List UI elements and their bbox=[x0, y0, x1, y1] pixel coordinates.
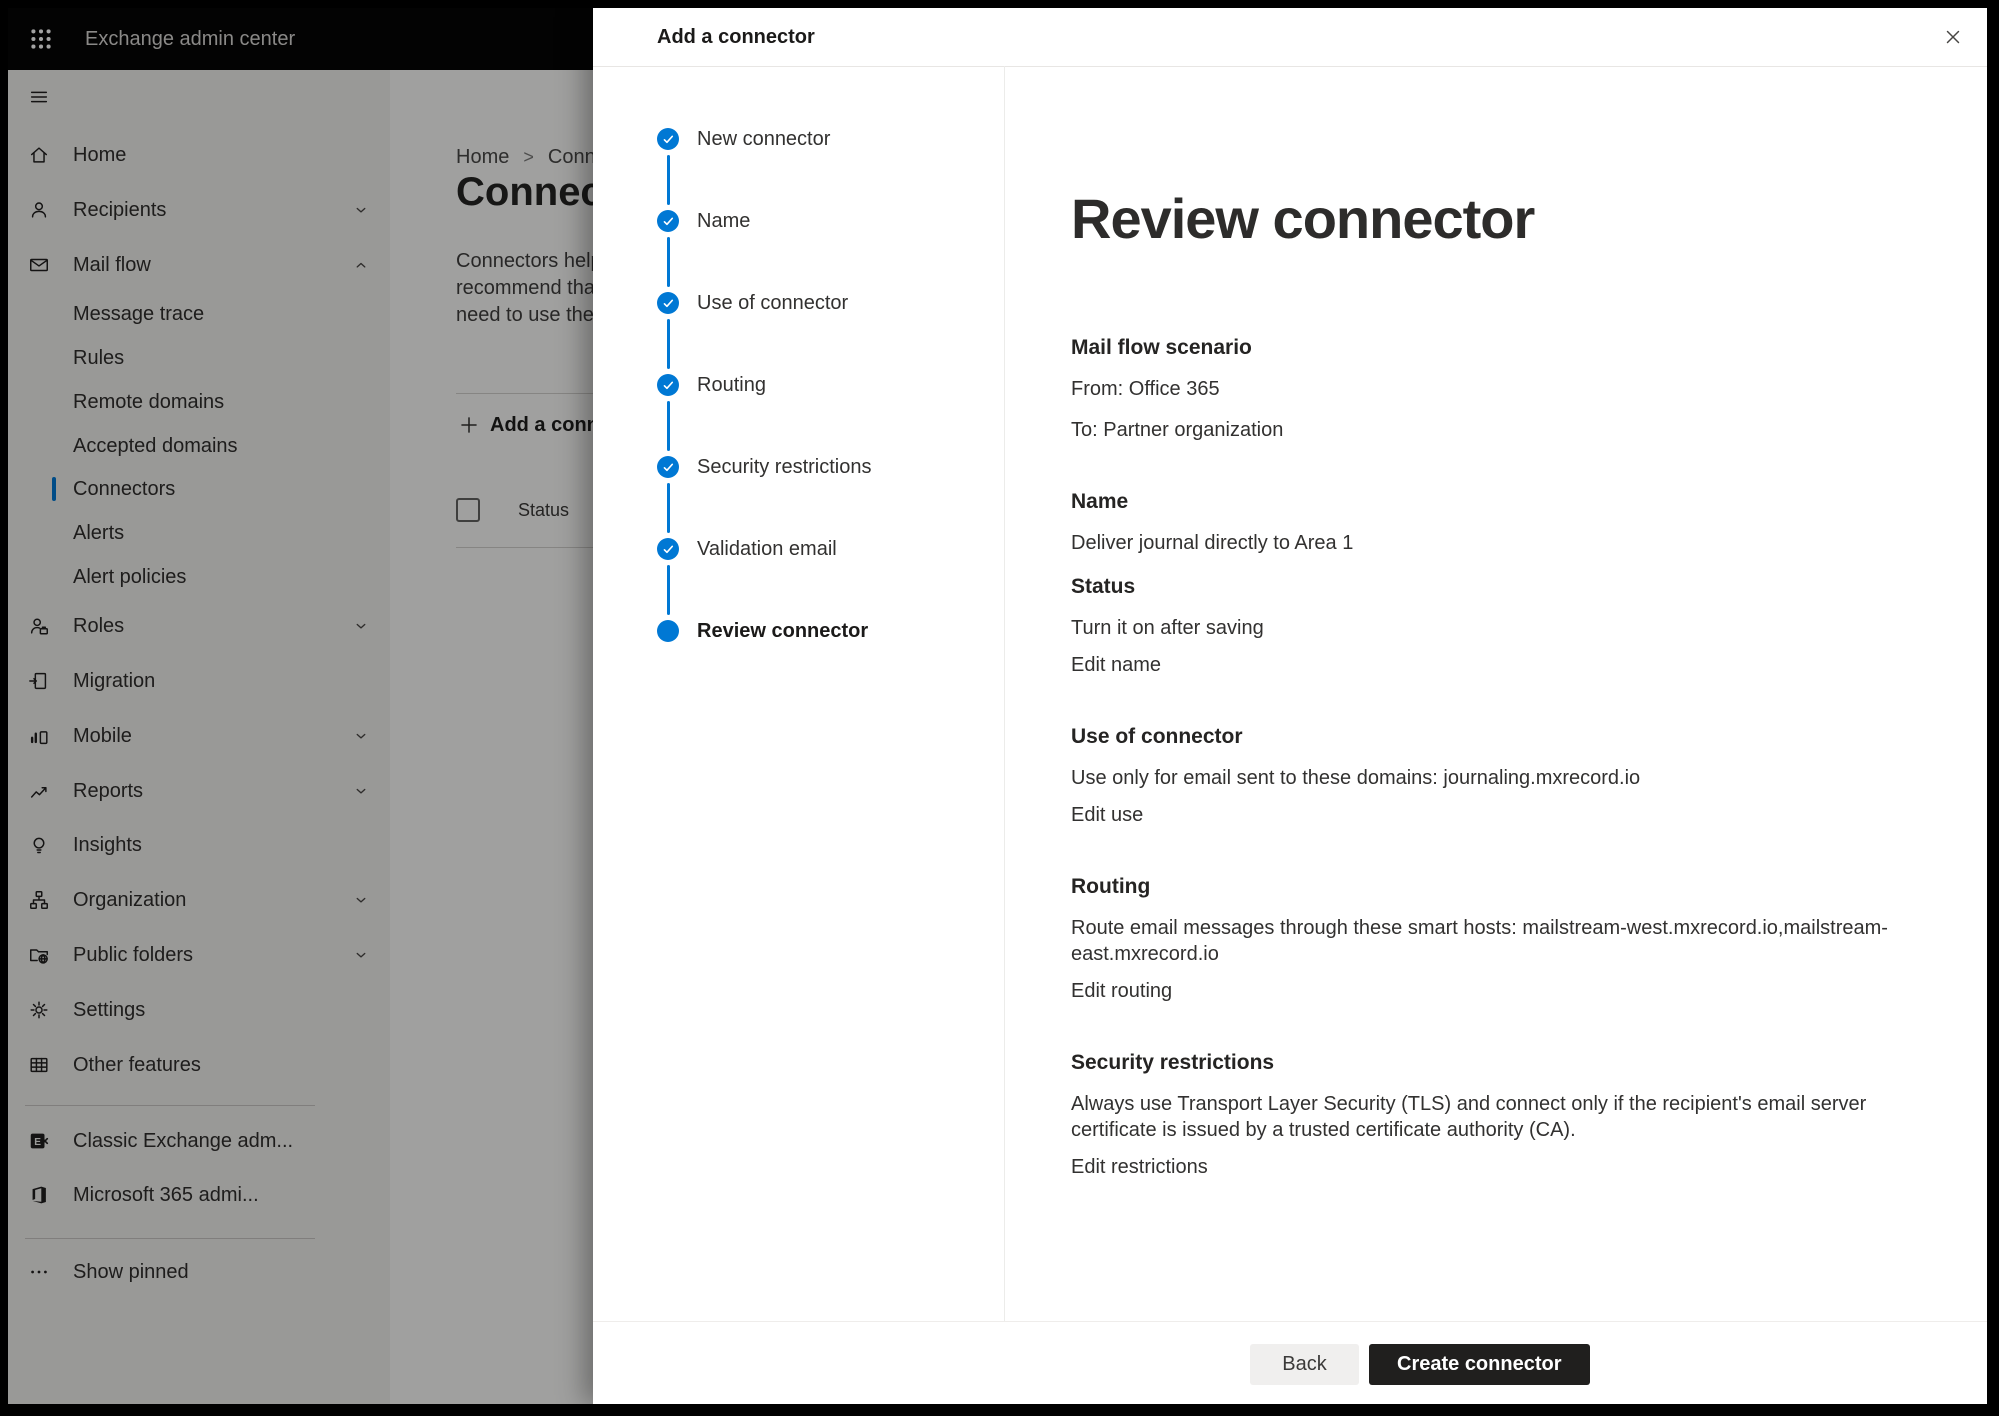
wizard-step-label: Routing bbox=[697, 363, 766, 407]
edit-name-link[interactable]: Edit name bbox=[1071, 652, 1161, 678]
wizard-step-security-restrictions[interactable]: Security restrictions bbox=[593, 445, 1004, 489]
completed-check-icon bbox=[657, 538, 679, 560]
screen: Exchange admin center HomeRecipientsMail… bbox=[8, 8, 1987, 1404]
wizard-step-label: Use of connector bbox=[697, 281, 848, 325]
completed-check-icon bbox=[657, 292, 679, 314]
section-heading-use-of-connector: Use of connector bbox=[1071, 724, 1897, 750]
section-text: Turn it on after saving bbox=[1071, 615, 1897, 641]
panel-title: Add a connector bbox=[657, 8, 815, 66]
wizard-step-label: Name bbox=[697, 199, 750, 243]
wizard-rail-segment bbox=[667, 319, 670, 369]
section-heading-routing: Routing bbox=[1071, 874, 1897, 900]
close-icon[interactable] bbox=[1935, 19, 1971, 55]
wizard-step-new-connector[interactable]: New connector bbox=[593, 117, 1004, 161]
edit-restrictions-link[interactable]: Edit restrictions bbox=[1071, 1154, 1208, 1180]
section-heading-mail-flow-scenario: Mail flow scenario bbox=[1071, 335, 1897, 361]
wizard-rail-segment bbox=[667, 565, 670, 615]
wizard-step-label: New connector bbox=[697, 117, 830, 161]
edit-routing-link[interactable]: Edit routing bbox=[1071, 978, 1172, 1004]
section-text: Route email messages through these smart… bbox=[1071, 915, 1897, 967]
wizard-step-review-connector[interactable]: Review connector bbox=[593, 609, 1004, 653]
back-button[interactable]: Back bbox=[1250, 1344, 1359, 1385]
section-heading-name: Name bbox=[1071, 489, 1897, 515]
section-text: From: Office 365 bbox=[1071, 376, 1897, 402]
wizard-step-label: Validation email bbox=[697, 527, 837, 571]
wizard-rail-segment bbox=[667, 483, 670, 533]
section-heading-status: Status bbox=[1071, 574, 1897, 600]
panel-footer: Back Create connector bbox=[593, 1321, 1987, 1404]
wizard-step-label: Security restrictions bbox=[697, 445, 872, 489]
wizard-rail-segment bbox=[667, 237, 670, 287]
wizard-rail-segment bbox=[667, 401, 670, 451]
wizard-step-use-of-connector[interactable]: Use of connector bbox=[593, 281, 1004, 325]
completed-check-icon bbox=[657, 456, 679, 478]
section-text: Deliver journal directly to Area 1 bbox=[1071, 530, 1897, 556]
completed-check-icon bbox=[657, 128, 679, 150]
wizard-step-validation-email[interactable]: Validation email bbox=[593, 527, 1004, 571]
panel-header: Add a connector bbox=[593, 8, 1987, 67]
section-text: Use only for email sent to these domains… bbox=[1071, 765, 1897, 791]
review-title: Review connector bbox=[1071, 188, 1897, 250]
section-text: Always use Transport Layer Security (TLS… bbox=[1071, 1091, 1897, 1143]
wizard-step-name[interactable]: Name bbox=[593, 199, 1004, 243]
add-connector-panel: Add a connector New connector Name Use of … bbox=[593, 8, 1987, 1404]
section-text: To: Partner organization bbox=[1071, 417, 1897, 443]
completed-check-icon bbox=[657, 374, 679, 396]
current-step-dot-icon bbox=[657, 620, 679, 642]
completed-check-icon bbox=[657, 210, 679, 232]
review-content: Review connector Mail flow scenario From:… bbox=[1005, 66, 1987, 1322]
create-connector-button[interactable]: Create connector bbox=[1369, 1344, 1590, 1385]
wizard-step-label: Review connector bbox=[697, 609, 868, 653]
edit-use-link[interactable]: Edit use bbox=[1071, 802, 1143, 828]
wizard-step-routing[interactable]: Routing bbox=[593, 363, 1004, 407]
section-heading-security-restrictions: Security restrictions bbox=[1071, 1050, 1897, 1076]
wizard-rail-segment bbox=[667, 155, 670, 205]
wizard-steps: New connector Name Use of connector Routing… bbox=[593, 66, 1004, 1322]
